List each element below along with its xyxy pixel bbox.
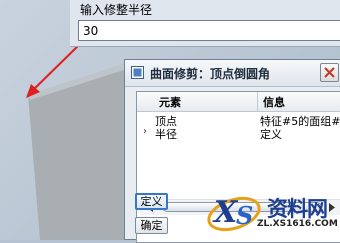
expand-arrow-icon[interactable]: › (143, 126, 147, 137)
watermark-url: ZL.XS1616.COM (257, 219, 338, 229)
svg-text:S: S (236, 201, 253, 230)
watermark-logo-icon: X S (207, 195, 261, 232)
column-divider[interactable] (257, 92, 258, 111)
prompt-label: 输入修整半径 (80, 3, 153, 17)
row-info-label: 定义 (260, 128, 282, 141)
dialog-titlebar[interactable]: 曲面修剪：顶点倒圆角 (125, 60, 340, 87)
dialog-app-icon (131, 66, 144, 79)
ok-button[interactable]: 确定 (135, 217, 168, 234)
column-header-info[interactable]: 信息 (263, 94, 285, 110)
define-button[interactable]: 定义 (135, 193, 168, 210)
radius-input[interactable] (78, 20, 340, 41)
list-header: 元素 信息 (137, 92, 340, 112)
svg-text:X: X (212, 195, 239, 230)
row-element-label: 半径 (155, 128, 177, 141)
radius-prompt-panel: 输入修整半径 (70, 0, 340, 47)
close-button[interactable] (320, 63, 339, 82)
close-icon (324, 67, 335, 78)
watermark-logo: X S 资料网 ZL.XS1616.COM (200, 186, 340, 240)
dialog-title: 曲面修剪：顶点倒圆角 (150, 67, 271, 81)
list-row-vertex[interactable]: 顶点 特征#5的面组# (137, 113, 340, 128)
list-row-radius[interactable]: › 半径 定义 (137, 126, 340, 141)
column-header-element[interactable]: 元素 (159, 94, 181, 110)
